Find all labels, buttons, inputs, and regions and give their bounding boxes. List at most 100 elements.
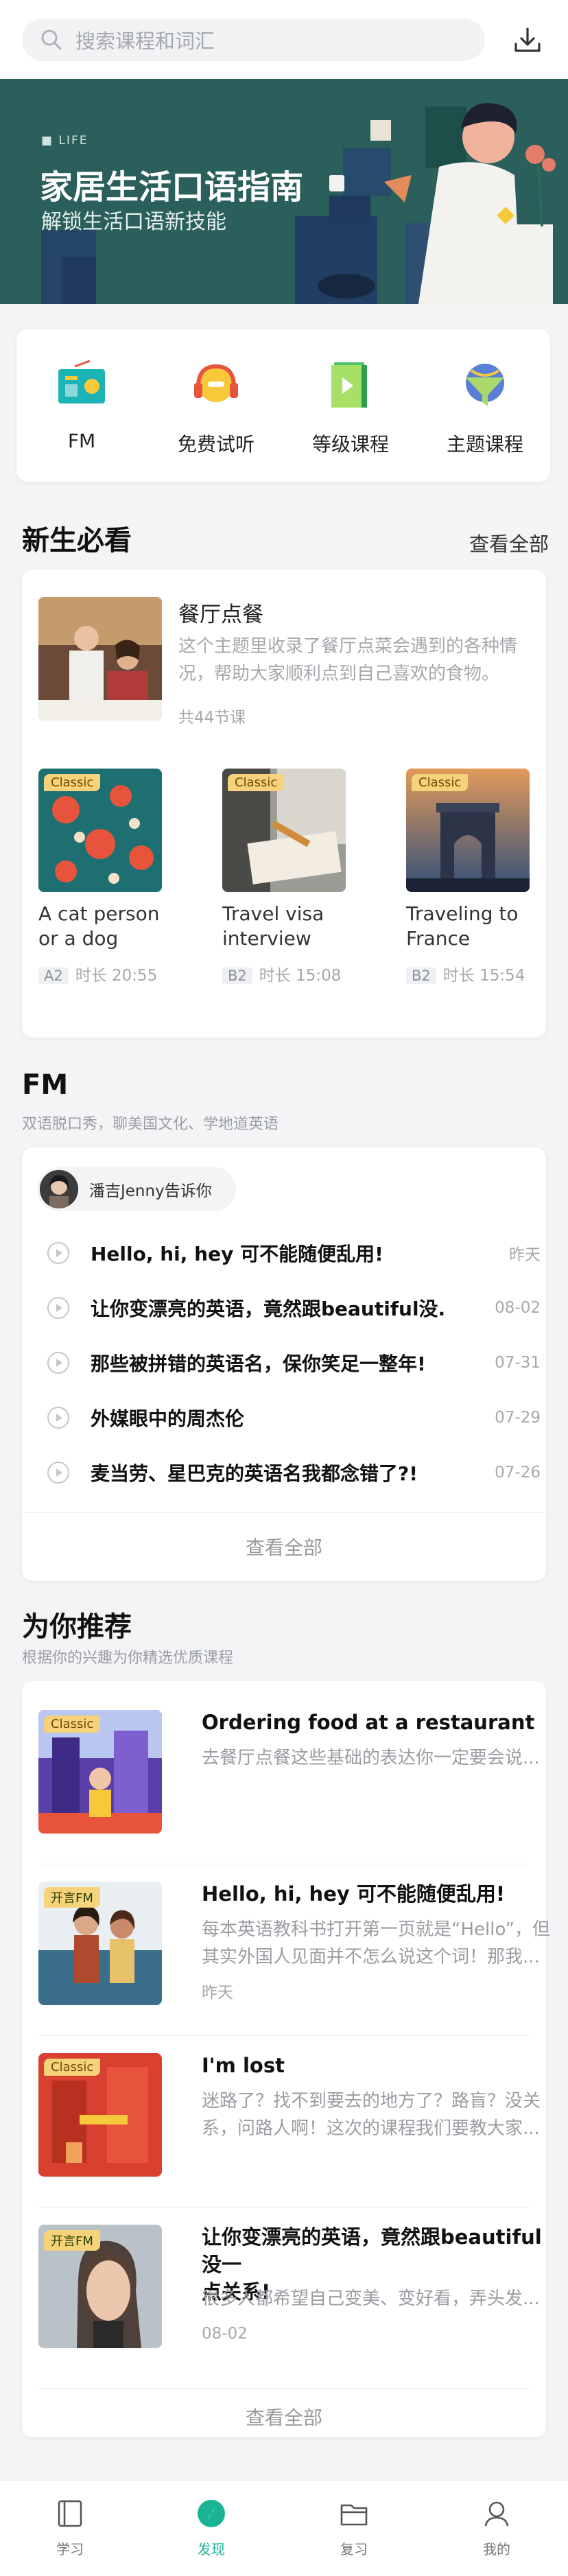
course-title: Traveling to France	[406, 902, 519, 950]
search-bar[interactable]: 搜索课程和词汇	[22, 19, 485, 61]
course-card[interactable]: Classic A cat person or a dog A2 时长 20:55	[38, 769, 169, 995]
quick-entry-fm[interactable]: FM	[16, 357, 147, 452]
classic-tag: Classic	[44, 774, 101, 791]
fm-episode-row[interactable]: 麦当劳、星巴克的英语名我都念错了?! 07-26	[47, 1459, 541, 1486]
user-icon	[484, 2501, 509, 2527]
fm-see-all-button[interactable]: 查看全部	[22, 1533, 546, 1560]
fm-episode-title: 那些被拼错的英语名，保你笑足一整年!	[91, 1353, 426, 1375]
course-title: A cat person or a dog	[38, 902, 160, 950]
fm-episode-title: 外媒眼中的周杰伦	[91, 1407, 245, 1430]
featured-title: 餐厅点餐	[178, 602, 263, 627]
section-title-newbie: 新生必看	[22, 525, 132, 557]
download-icon[interactable]	[510, 23, 545, 58]
banner-subtitle: 解锁生活口语新技能	[41, 210, 226, 234]
recommend-item[interactable]: Classic Ordering food at a restaurant 去餐…	[22, 1681, 546, 1853]
divider	[38, 2388, 530, 2389]
course-card[interactable]: Classic Traveling to France B2 时长 15:54	[406, 769, 536, 995]
fm-host-chip[interactable]: 潘吉Jenny告诉你	[37, 1167, 236, 1211]
play-icon[interactable]	[47, 1241, 70, 1265]
recommend-item[interactable]: Classic I'm lost 迷路了？找不到要去的地方了？路盲？没关 系，问路…	[22, 2035, 546, 2207]
quick-entry-level-courses[interactable]: 等级课程	[285, 357, 416, 457]
fm-episode-row[interactable]: Hello, hi, hey 可不能随便乱用! 昨天	[47, 1239, 541, 1267]
featured-lesson-count: 共44节课	[178, 709, 246, 727]
recommend-see-all-button[interactable]: 查看全部	[22, 2403, 546, 2431]
recommend-description: 去餐厅点餐这些基础的表达你一定要会说...	[202, 1748, 540, 1768]
quick-entry-topic-courses[interactable]: 主题课程	[420, 357, 550, 457]
course-card[interactable]: Classic Travel visa interview B2 时长 15:08	[222, 769, 353, 995]
kaiyan-fm-tag: 开言FM	[44, 1887, 100, 1908]
recommend-card: Classic Ordering food at a restaurant 去餐…	[22, 1681, 550, 2437]
featured-topic[interactable]: 餐厅点餐 这个主题里收录了餐厅点菜会遇到的各种情况，帮助大家顺利点到自己喜欢的食…	[22, 570, 546, 741]
classic-tag: Classic	[44, 1716, 101, 1733]
course-title: Travel visa interview	[222, 902, 324, 950]
tab-mine[interactable]: 我的	[455, 2497, 538, 2558]
fm-episode-row[interactable]: 那些被拼错的英语名，保你笑足一整年! 07-31	[47, 1349, 541, 1377]
tab-label: 我的	[483, 2541, 510, 2557]
book-icon	[58, 2500, 82, 2527]
recommend-title: I'm lost	[202, 2054, 285, 2077]
course-meta: B2 时长 15:08	[222, 962, 341, 985]
search-icon	[41, 30, 62, 50]
newbie-card: 餐厅点餐 这个主题里收录了餐厅点菜会遇到的各种情况，帮助大家顺利点到自己喜欢的食…	[22, 570, 546, 1038]
top-bar: 搜索课程和词汇	[0, 0, 568, 79]
banner-title: 家居生活口语指南	[40, 168, 304, 207]
quick-entries-card: FM 免费试听 等级课程 主题课程	[16, 329, 550, 482]
tab-label: 复习	[340, 2541, 368, 2557]
restaurant-thumbnail	[38, 597, 162, 721]
quick-entry-label: FM	[67, 430, 96, 452]
classic-tag: Classic	[412, 774, 469, 791]
radio-icon	[58, 360, 105, 403]
globe-funnel-icon	[466, 364, 504, 406]
fm-episode-title: 让你变漂亮的英语，竟然跟beautiful没...	[91, 1298, 447, 1320]
fm-episode-date: 07-26	[495, 1464, 541, 1482]
fm-episode-row[interactable]: 让你变漂亮的英语，竟然跟beautiful没... 08-02	[47, 1294, 541, 1322]
recommend-description: 每本英语教科书打开第一页就是“Hello”，但 其实外国人见面并不怎么说这个词！那…	[202, 1919, 550, 1967]
section-subtitle-recommend: 根据你的兴趣为你精选优质课程	[22, 1650, 234, 1667]
recommend-description: 很多人都希望自己变美、变好看，弄头发...	[202, 2288, 540, 2309]
quick-entry-label: 免费试听	[177, 433, 255, 456]
search-placeholder: 搜索课程和词汇	[75, 30, 215, 53]
quick-entry-label: 等级课程	[311, 433, 389, 456]
discover-page: 搜索课程和词汇 ■ LIFE 家居生活口语指南 解锁生活口语新技能 FM 免费试…	[0, 0, 568, 2576]
classic-tag: Classic	[44, 2059, 101, 2076]
promo-banner[interactable]: ■ LIFE 家居生活口语指南 解锁生活口语新技能	[0, 79, 568, 304]
level-badge: B2	[406, 968, 436, 984]
tab-label: 发现	[198, 2541, 225, 2557]
level-badge: B2	[222, 968, 252, 984]
play-book-icon	[331, 362, 367, 408]
see-all-link[interactable]: 查看全部	[469, 528, 549, 557]
classic-tag: Classic	[228, 774, 285, 791]
play-icon[interactable]	[47, 1461, 70, 1484]
section-title-fm: FM	[22, 1069, 69, 1101]
quick-entry-label: 主题课程	[446, 433, 523, 456]
folder-icon	[340, 2504, 368, 2526]
banner-label: ■ LIFE	[41, 134, 88, 148]
level-badge: A2	[38, 968, 69, 984]
recommend-date: 昨天	[202, 1984, 233, 2002]
fm-episode-title: 麦当劳、星巴克的英语名我都念错了?!	[91, 1462, 418, 1485]
recommend-title: Ordering food at a restaurant	[202, 1711, 535, 1734]
featured-description: 这个主题里收录了餐厅点菜会遇到的各种情况，帮助大家顺利点到自己喜欢的食物。	[178, 636, 518, 684]
recommend-item[interactable]: 开言FM 让你变漂亮的英语，竟然跟beautiful没一 点关系! 很多人都希望自…	[22, 2207, 546, 2378]
play-icon[interactable]	[47, 1296, 70, 1320]
kaiyan-fm-tag: 开言FM	[44, 2230, 100, 2251]
quick-entry-free-trial[interactable]: 免费试听	[151, 357, 281, 457]
tab-review[interactable]: 复习	[313, 2497, 395, 2558]
course-meta: A2 时长 20:55	[38, 962, 157, 985]
recommend-date: 08-02	[202, 2325, 248, 2343]
fm-episode-date: 昨天	[509, 1246, 541, 1264]
course-meta: B2 时长 15:54	[406, 962, 525, 985]
play-icon[interactable]	[47, 1406, 70, 1429]
compass-icon	[198, 2500, 225, 2527]
tab-study[interactable]: 学习	[29, 2497, 111, 2558]
tab-discover[interactable]: 发现	[170, 2497, 252, 2558]
fm-episode-row[interactable]: 外媒眼中的周杰伦 07-29	[47, 1404, 541, 1431]
recommend-description: 迷路了？找不到要去的地方了？路盲？没关 系，问路人啊！这次的课程我们要教大家...	[202, 2091, 541, 2139]
bottom-tab-bar: 学习 发现 复习 我的	[0, 2480, 568, 2576]
fm-episode-date: 07-29	[495, 1409, 541, 1427]
fm-episode-date: 07-31	[495, 1354, 541, 1372]
recommend-item[interactable]: 开言FM Hello, hi, hey 可不能随便乱用! 每本英语教科书打开第一…	[22, 1864, 550, 2035]
play-icon[interactable]	[47, 1351, 70, 1374]
headphones-icon	[194, 364, 238, 402]
tab-label: 学习	[56, 2541, 84, 2557]
